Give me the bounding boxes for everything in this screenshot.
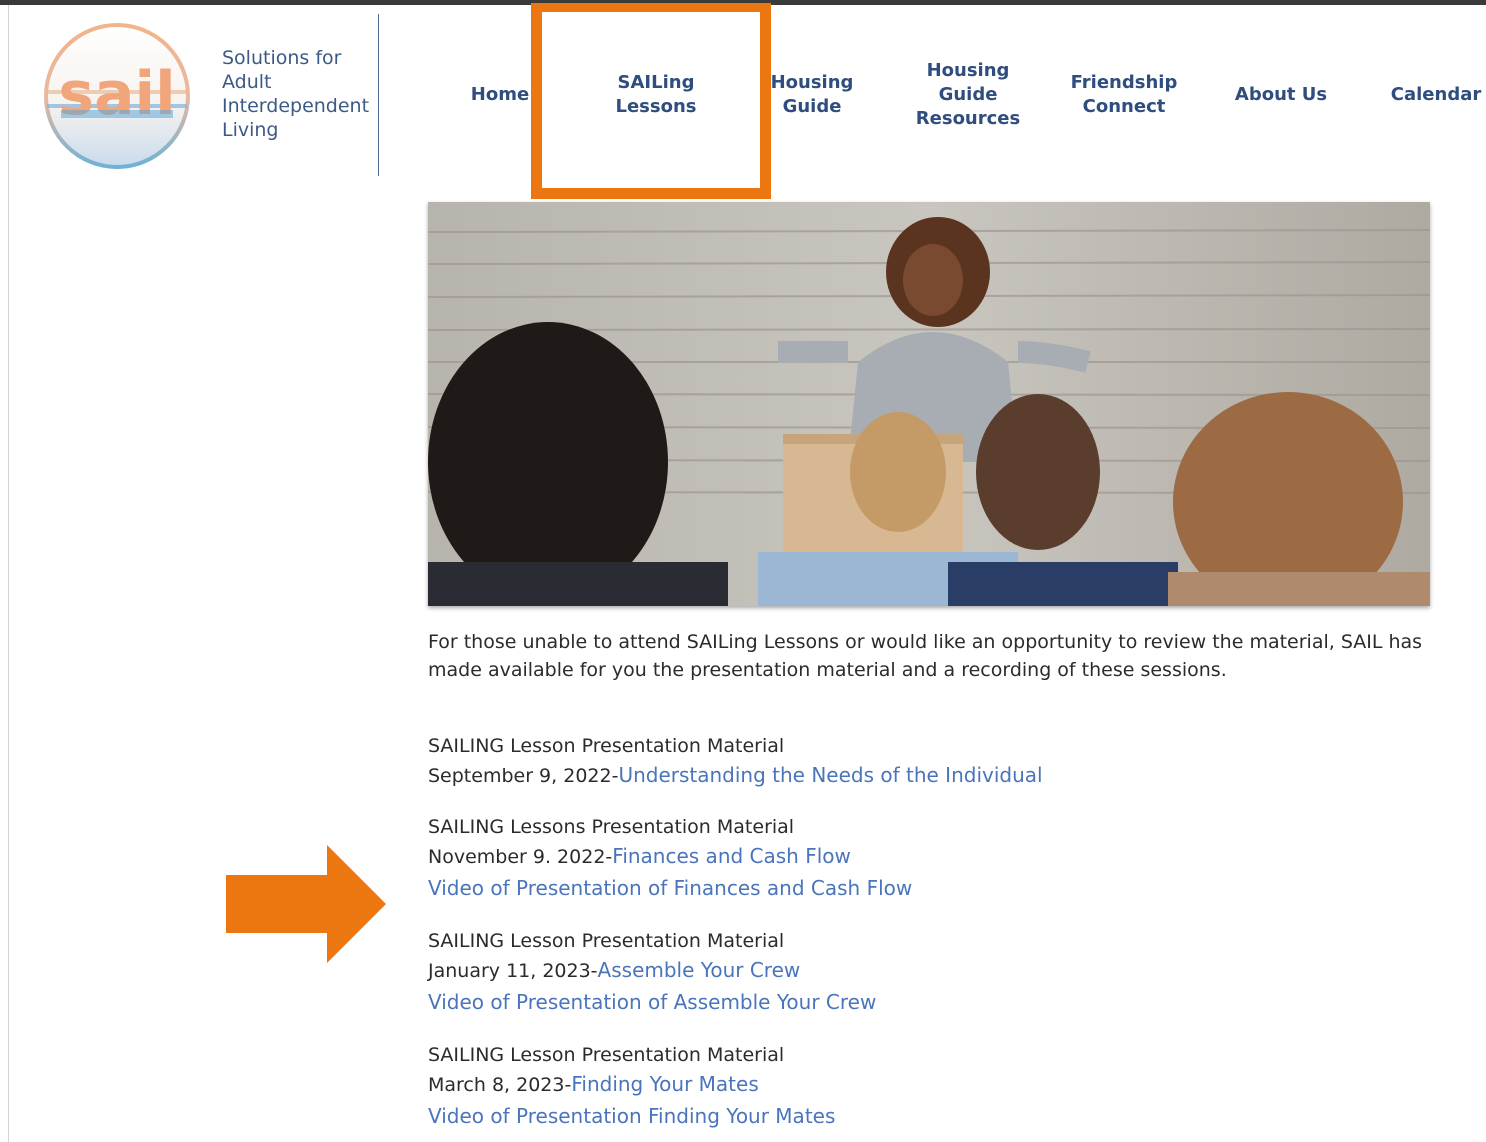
lesson-material-link[interactable]: Understanding the Needs of the Individua… <box>618 763 1042 787</box>
nav-home-label: Home <box>470 84 530 105</box>
header-divider <box>378 14 379 176</box>
lesson-entry: SAILING Lessons Presentation Material No… <box>428 813 1428 904</box>
lesson-entry: SAILING Lesson Presentation Material Jan… <box>428 927 1428 1018</box>
lesson-date-line: March 8, 2023-Finding Your Mates <box>428 1070 1428 1100</box>
nav-housing-guide-resources-label: Housing Guide Resources <box>915 60 1021 129</box>
lesson-material-link[interactable]: Assemble Your Crew <box>598 958 801 982</box>
nav-calendar[interactable]: Calendar <box>1386 82 1486 108</box>
lesson-date: September 9, 2022- <box>428 765 619 787</box>
nav-housing-guide-label: Housing Guide <box>770 72 854 117</box>
lesson-date-line: November 9. 2022-Finances and Cash Flow <box>428 842 1428 872</box>
lesson-entry: SAILING Lesson Presentation Material Sep… <box>428 732 1428 791</box>
nav-friendship-connect-label: Friendship Connect <box>1070 72 1178 117</box>
lesson-video-link[interactable]: Video of Presentation Finding Your Mates <box>428 1100 1428 1132</box>
nav-housing-guide[interactable]: Housing Guide <box>762 70 862 120</box>
nav-about-us-label: About Us <box>1234 84 1328 105</box>
nav-about-us[interactable]: About Us <box>1226 82 1336 108</box>
lesson-heading: SAILING Lesson Presentation Material <box>428 930 785 952</box>
lesson-entry: SAILING Lesson Presentation Material Mar… <box>428 1041 1428 1132</box>
nav-home[interactable]: Home <box>462 70 538 120</box>
annotation-highlight-box <box>531 3 771 199</box>
right-arrow-icon <box>226 845 386 963</box>
window-left-border <box>8 5 9 1142</box>
lesson-video-link[interactable]: Video of Presentation of Assemble Your C… <box>428 986 1428 1018</box>
lesson-heading: SAILING Lesson Presentation Material <box>428 735 785 757</box>
lesson-heading: SAILING Lessons Presentation Material <box>428 816 795 838</box>
nav-calendar-label: Calendar <box>1390 84 1482 105</box>
intro-paragraph: For those unable to attend SAILing Lesso… <box>428 631 1423 681</box>
lesson-date: November 9. 2022- <box>428 846 613 868</box>
nav-friendship-connect[interactable]: Friendship Connect <box>1064 70 1184 120</box>
lesson-date-line: January 11, 2023-Assemble Your Crew <box>428 956 1428 986</box>
lesson-date: March 8, 2023- <box>428 1074 572 1096</box>
lesson-heading: SAILING Lesson Presentation Material <box>428 1044 785 1066</box>
lesson-video-link[interactable]: Video of Presentation of Finances and Ca… <box>428 872 1428 904</box>
lesson-date-line: September 9, 2022-Understanding the Need… <box>428 761 1428 791</box>
logo-text: sail <box>58 59 175 129</box>
nav-housing-guide-resources[interactable]: Housing Guide Resources <box>908 58 1028 132</box>
sail-logo[interactable]: sail <box>43 22 191 170</box>
lesson-material-link[interactable]: Finances and Cash Flow <box>612 844 851 868</box>
hero-image <box>428 202 1430 606</box>
lesson-date: January 11, 2023- <box>428 960 598 982</box>
brand-tagline: Solutions for Adult Interdependent Livin… <box>222 47 370 141</box>
lesson-material-link[interactable]: Finding Your Mates <box>571 1072 758 1096</box>
